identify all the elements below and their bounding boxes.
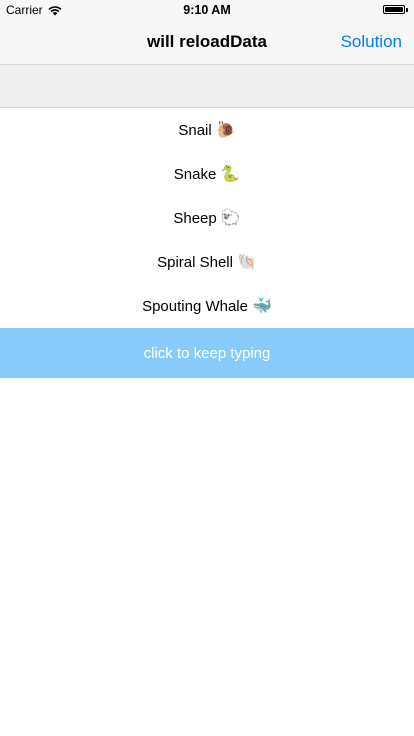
status-time: 9:10 AM: [183, 3, 231, 17]
list-item-emoji: 🐳: [251, 298, 272, 315]
status-bar: Carrier 9:10 AM: [0, 0, 414, 20]
battery-icon: [383, 5, 405, 14]
battery-level: [385, 7, 403, 12]
list-item-label: Sheep: [173, 209, 217, 227]
battery-tip: [406, 8, 408, 12]
list-item[interactable]: Snake 🐍: [0, 152, 414, 196]
list-item-label: Spiral Shell: [157, 253, 233, 271]
search-bar: [0, 64, 414, 108]
list-item[interactable]: Spiral Shell 🐚: [0, 240, 414, 284]
list-item-emoji: 🐍: [220, 166, 241, 183]
list-item[interactable]: Snail 🐌: [0, 108, 414, 152]
list-item-label: Snail: [178, 121, 212, 139]
results-list: Snail 🐌 Snake 🐍 Sheep 🐑 Spiral Shell 🐚 Spouting …: [0, 108, 414, 328]
list-item-emoji: 🐑: [220, 210, 241, 227]
list-item[interactable]: Spouting Whale 🐳: [0, 284, 414, 328]
list-item-label: Spouting Whale: [142, 297, 248, 315]
search-input[interactable]: [0, 65, 414, 107]
list-item[interactable]: Sheep 🐑: [0, 196, 414, 240]
list-item-emoji: 🐌: [215, 122, 236, 139]
navigation-bar: will reloadData Solution: [0, 20, 414, 64]
screen: Carrier 9:10 AM will reloadData Solution…: [0, 0, 414, 736]
list-item-emoji: 🐚: [236, 254, 257, 271]
list-item-label: Snake: [173, 165, 217, 183]
keep-typing-button[interactable]: click to keep typing: [0, 328, 414, 378]
solution-button[interactable]: Solution: [341, 32, 402, 52]
